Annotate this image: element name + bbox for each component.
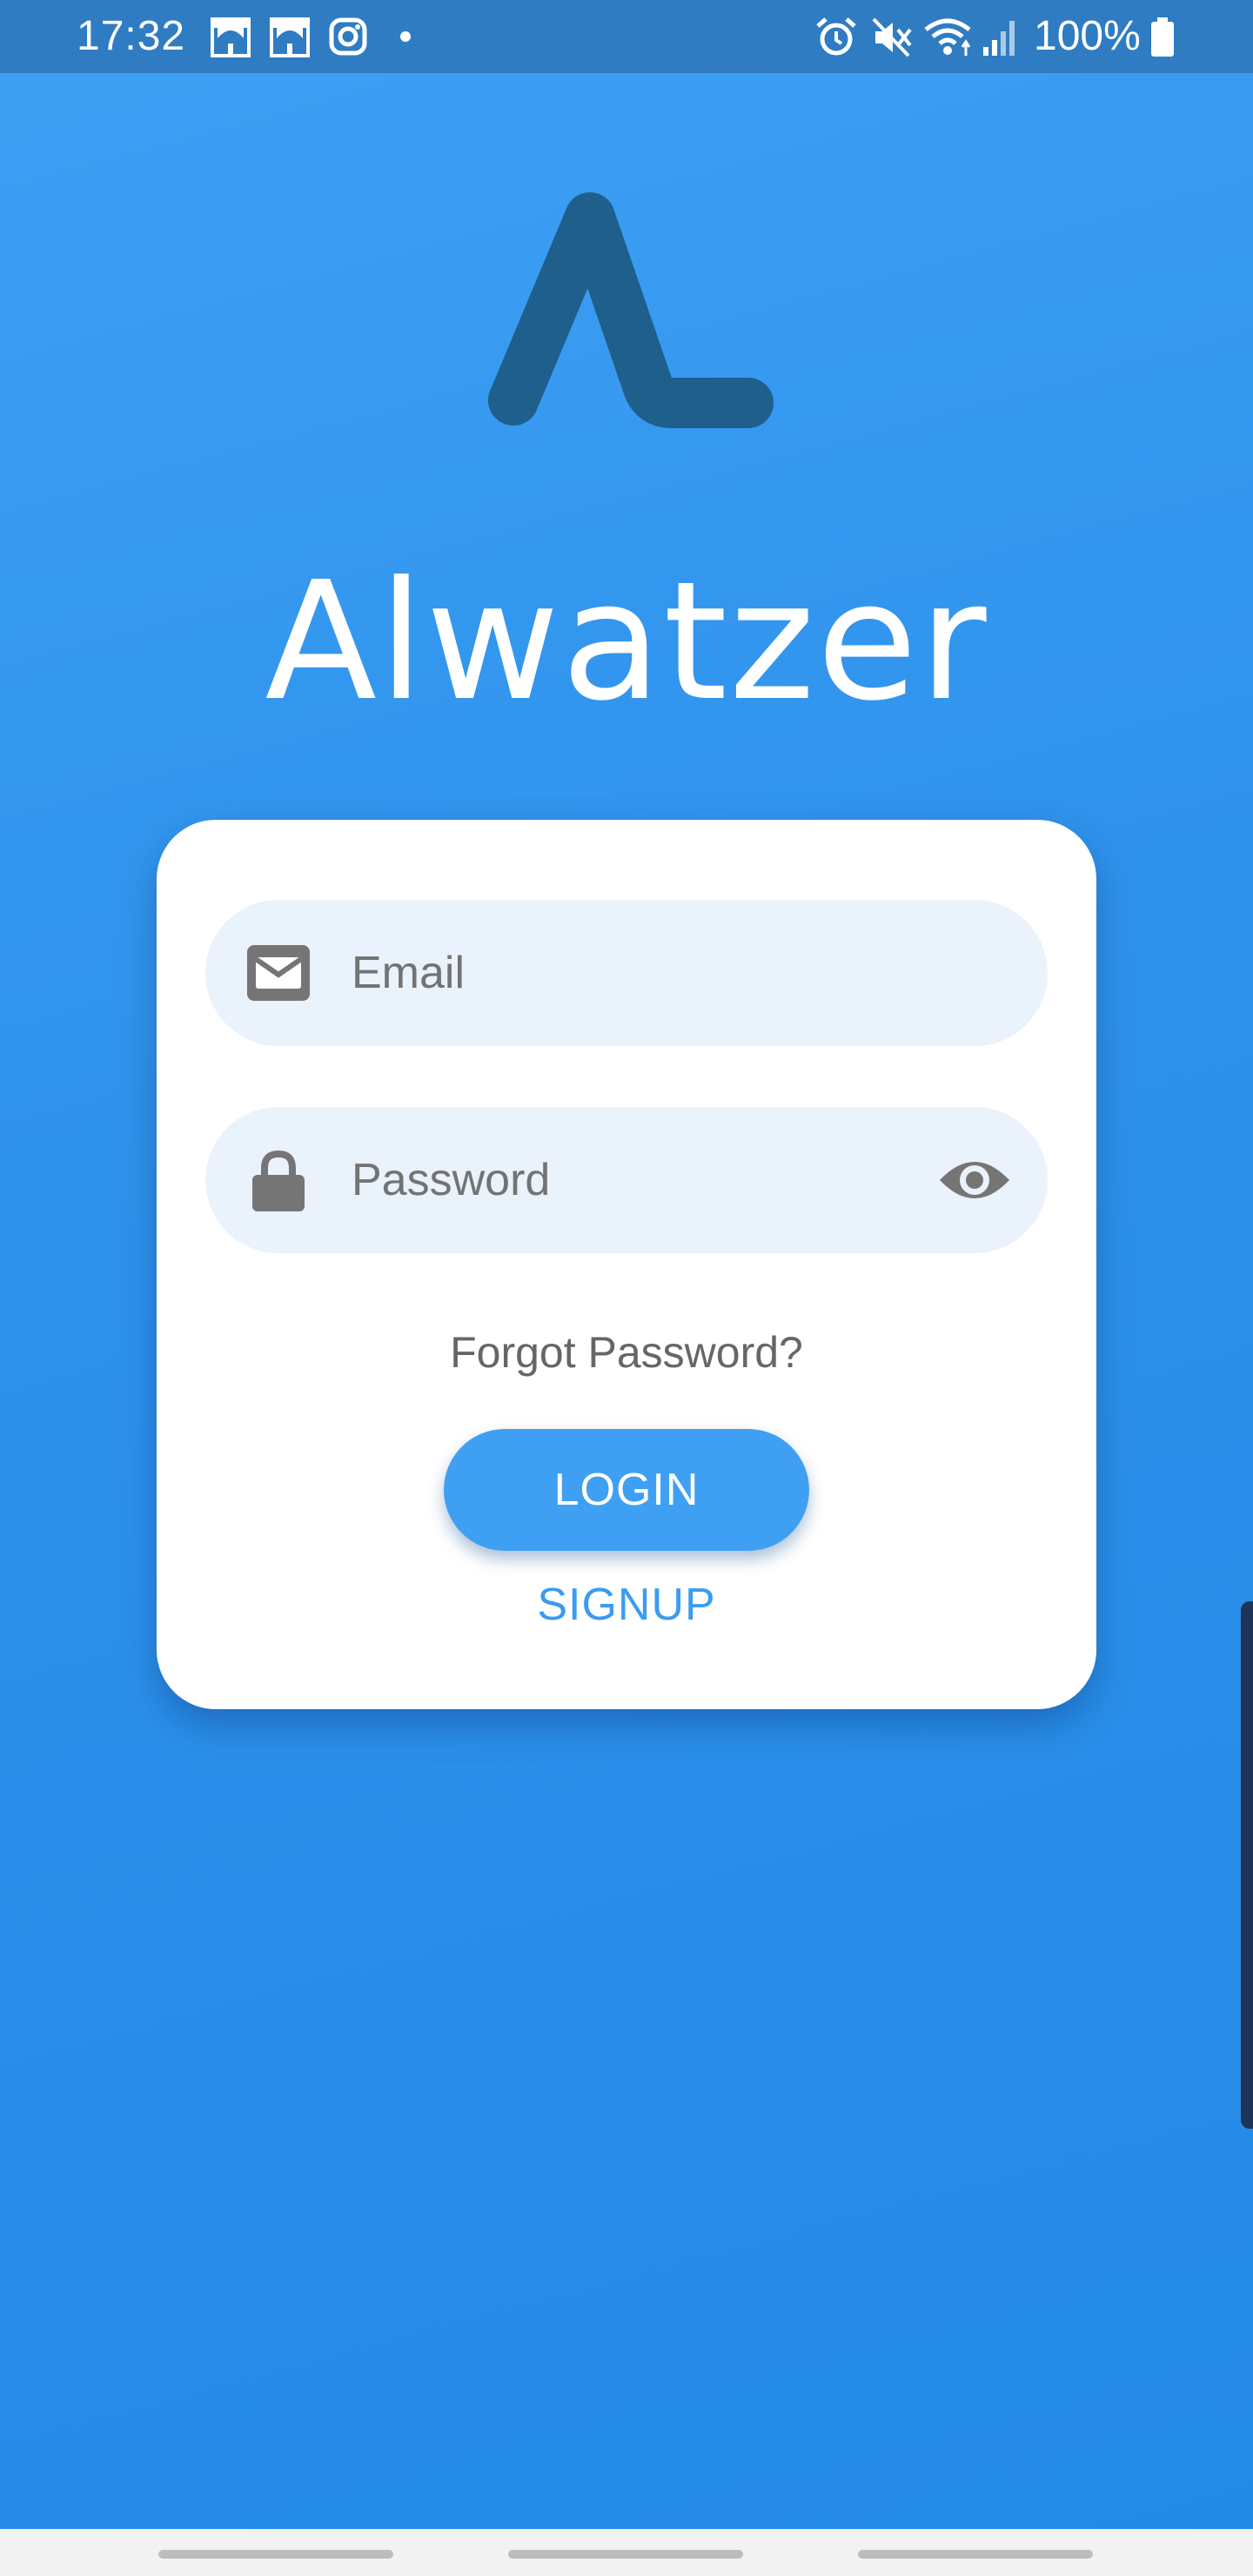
password-field[interactable]	[205, 1107, 1048, 1253]
alarm-icon	[816, 17, 856, 56]
battery-percentage: 100%	[1034, 13, 1141, 59]
signup-button[interactable]: SIGNUP	[157, 1577, 1096, 1633]
lock-icon	[252, 1150, 305, 1211]
instagram-icon	[329, 17, 367, 56]
navigation-bar	[0, 2529, 1253, 2576]
back-button[interactable]	[858, 2550, 1093, 2559]
home-button[interactable]	[508, 2550, 743, 2559]
wifi-icon	[924, 18, 971, 56]
email-icon	[247, 945, 310, 1001]
password-input[interactable]	[352, 1107, 908, 1253]
recents-button[interactable]	[158, 2550, 393, 2559]
status-bar: 17:32 100%	[0, 0, 1253, 73]
battery-icon	[1151, 17, 1174, 57]
app-logo	[488, 192, 774, 428]
edge-panel-handle[interactable]	[1241, 1601, 1253, 2129]
status-time: 17:32	[77, 13, 186, 59]
eye-icon[interactable]	[938, 1149, 1011, 1211]
signal-icon	[983, 21, 1015, 56]
login-button[interactable]: LOGIN	[444, 1429, 809, 1551]
email-input[interactable]	[352, 900, 908, 1046]
mosque-icon	[270, 17, 310, 57]
login-card: Forgot Password? LOGIN SIGNUP	[157, 820, 1096, 1709]
app-title: Alwatzer	[265, 547, 988, 737]
email-field[interactable]	[205, 900, 1048, 1046]
mute-icon	[872, 17, 912, 57]
mosque-icon	[211, 17, 251, 57]
forgot-password-link[interactable]: Forgot Password?	[157, 1326, 1096, 1379]
dot-icon	[400, 31, 411, 42]
